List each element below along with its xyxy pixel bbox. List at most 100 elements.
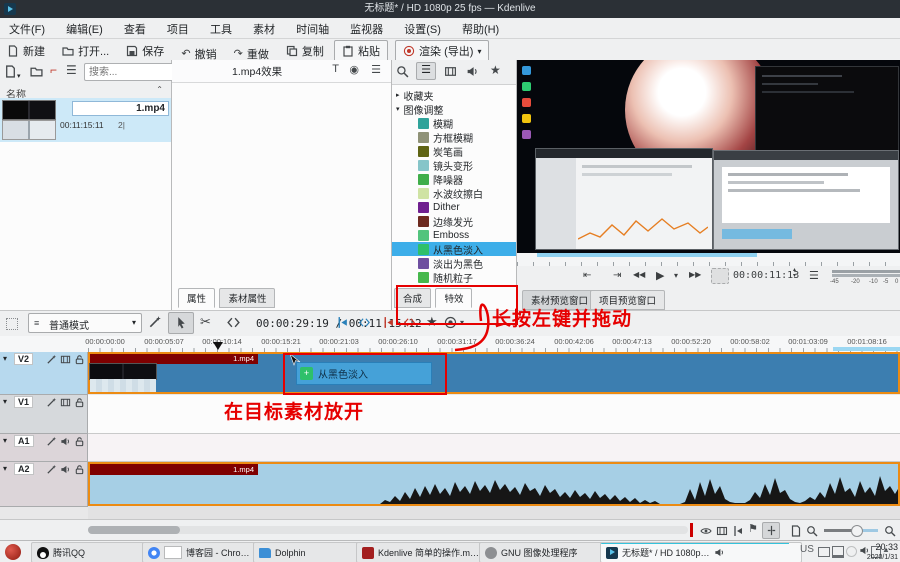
monitor-timecode[interactable]: 00:00:11:13 <box>733 270 799 281</box>
timeline-ruler[interactable]: 00:00:00:00 00:00:05:07 00:00:10:14 00:0… <box>0 336 900 353</box>
title-tool-icon[interactable]: T <box>332 63 339 75</box>
effect-item[interactable]: 降噪器 <box>392 172 516 186</box>
effect-item[interactable]: 模糊 <box>392 116 516 130</box>
hide-track-icon[interactable] <box>60 397 71 410</box>
monitor-zone-bar[interactable] <box>537 253 757 257</box>
keyboard-layout-indicator[interactable]: US <box>800 544 814 555</box>
audio-effects-icon[interactable] <box>466 65 479 83</box>
delete-marker-icon[interactable] <box>382 316 395 332</box>
menu-monitor[interactable]: 监视器 <box>341 18 392 40</box>
goto-end-icon[interactable]: ⇥ <box>613 270 621 281</box>
menu-edit[interactable]: 编辑(E) <box>57 18 112 40</box>
zoom-slider[interactable] <box>824 529 878 532</box>
video-effects-icon[interactable] <box>444 65 457 83</box>
collapse-track-icon[interactable]: ▾ <box>3 436 7 445</box>
track-effects-icon[interactable] <box>46 397 57 410</box>
razor-tool-icon[interactable]: ✂ <box>200 314 211 330</box>
stack-menu-icon[interactable]: ☰ <box>371 63 381 76</box>
effect-item-selected[interactable]: 从黑色淡入 <box>392 242 516 256</box>
bin-menu-icon[interactable]: ☰ <box>66 63 77 77</box>
menu-clip[interactable]: 素材 <box>244 18 284 40</box>
taskbar-item-kdenlive-active[interactable]: 无标题* / HD 1080p… <box>600 542 802 562</box>
track-header-a2[interactable]: ▾ A2 <box>0 462 88 507</box>
video-clip-v2[interactable]: 1.mp4 <box>88 352 900 394</box>
lock-track-icon[interactable] <box>74 354 85 367</box>
collapse-track-icon[interactable]: ▾ <box>3 354 7 363</box>
mute-track-icon[interactable] <box>60 464 71 477</box>
delete-clip-icon[interactable]: ⌐ <box>50 63 57 77</box>
app-launcher-icon[interactable] <box>5 544 21 560</box>
edit-mode-dropdown[interactable]: ≡ 普通模式 ▾ <box>28 313 142 333</box>
taskbar-item-dolphin[interactable]: Dolphin <box>253 542 365 562</box>
track-name[interactable]: A2 <box>14 463 34 475</box>
timeline-hscrollbar[interactable] <box>88 526 688 534</box>
track-effects-icon[interactable] <box>46 436 57 449</box>
goto-start-icon[interactable]: ⇤ <box>583 270 591 281</box>
lock-track-icon[interactable] <box>74 397 85 410</box>
paste-button[interactable]: 粘贴 <box>334 40 388 62</box>
monitor-ruler[interactable] <box>517 253 900 267</box>
forward-icon[interactable]: ▶▶ <box>689 270 701 279</box>
play-icon[interactable]: ▶ <box>656 269 664 282</box>
effect-item[interactable]: 淡出为黑色 <box>392 256 516 270</box>
menu-help[interactable]: 帮助(H) <box>453 18 508 40</box>
track-name[interactable]: V2 <box>14 353 33 365</box>
mute-track-icon[interactable] <box>60 436 71 449</box>
tab-properties[interactable]: 属性 <box>178 288 215 308</box>
effect-item[interactable]: 方框模糊 <box>392 130 516 144</box>
effect-item[interactable]: 镜头变形 <box>392 158 516 172</box>
taskbar-item-gimp[interactable]: GNU 图像处理程序 <box>479 542 609 562</box>
timecode-spinner[interactable]: ▴▾ <box>793 267 796 279</box>
scrollbar-thumb[interactable] <box>88 526 180 534</box>
add-clip-icon[interactable]: ▾ <box>4 65 21 83</box>
effect-item[interactable]: 水波纹擦白 <box>392 186 516 200</box>
taskbar-item-kdenlive-doc[interactable]: Kdenlive 简单的操作.md… <box>356 542 488 562</box>
taskbar-item-browser[interactable]: 博客园 - Chro… <box>142 542 262 562</box>
insert-zone-icon[interactable] <box>336 316 349 332</box>
tray-tablet-icon[interactable] <box>818 547 830 557</box>
playhead-icon[interactable] <box>213 342 223 350</box>
tray-display-icon[interactable] <box>832 546 844 558</box>
tab-clip-properties[interactable]: 素材属性 <box>219 288 275 308</box>
track-header-v1[interactable]: ▾ V1 <box>0 395 88 434</box>
zone-mode-button[interactable] <box>711 268 729 284</box>
snap-toggle-icon[interactable] <box>762 522 780 539</box>
menu-timeline[interactable]: 时间轴 <box>287 18 338 40</box>
monitor-menu-icon[interactable]: ☰ <box>809 269 819 282</box>
timeline-zone-bar[interactable] <box>833 347 900 351</box>
track-header-v2[interactable]: ▾ V2 <box>0 352 88 395</box>
menu-tools[interactable]: 工具 <box>201 18 241 40</box>
search-input[interactable] <box>84 63 174 81</box>
save-button[interactable]: 保存 <box>119 41 171 61</box>
menu-settings[interactable]: 设置(S) <box>395 18 450 40</box>
menu-file[interactable]: 文件(F) <box>0 18 54 40</box>
enable-effects-icon[interactable]: ◉ <box>349 63 359 76</box>
effects-category-adjust[interactable]: ▾ 图像调整 <box>392 102 516 116</box>
effects-category-favorites[interactable]: ▸ 收藏夹 <box>392 88 516 102</box>
effect-item[interactable]: 炭笔画 <box>392 144 516 158</box>
lock-track-icon[interactable] <box>74 436 85 449</box>
clip-name-field[interactable]: 1.mp4 <box>72 101 169 116</box>
effect-item[interactable]: Dither <box>392 200 516 214</box>
play-options-chevron-icon[interactable]: ▾ <box>674 271 678 280</box>
bin-clip-item[interactable]: 1.mp4 00:11:15:11 2| <box>0 98 171 142</box>
show-markers-icon[interactable]: ⚑ <box>748 522 758 535</box>
effect-item[interactable]: 随机粒子 <box>392 270 516 284</box>
create-folder-icon[interactable] <box>30 65 43 83</box>
track-header-a1[interactable]: ▾ A1 <box>0 434 88 462</box>
track-effects-icon[interactable] <box>46 354 57 367</box>
monitor-video-frame[interactable] <box>517 60 900 253</box>
mix-tool-icon[interactable] <box>148 315 162 332</box>
zoom-slider-handle[interactable] <box>851 525 863 537</box>
track-name[interactable]: A1 <box>14 435 34 447</box>
track-name[interactable]: V1 <box>14 396 33 408</box>
taskbar-item-qq[interactable]: 腾讯QQ <box>31 542 151 562</box>
tray-network-icon[interactable] <box>846 546 857 557</box>
open-button[interactable]: 打开... <box>55 41 116 61</box>
rewind-icon[interactable]: ◀◀ <box>633 270 645 279</box>
track-effects-icon[interactable] <box>46 464 57 477</box>
effect-item[interactable]: 边缘发光 <box>392 214 516 228</box>
track-lane-a1[interactable] <box>88 434 900 462</box>
audio-clip-a2[interactable]: 1.mp4 <box>88 462 900 506</box>
lock-track-icon[interactable] <box>74 464 85 477</box>
